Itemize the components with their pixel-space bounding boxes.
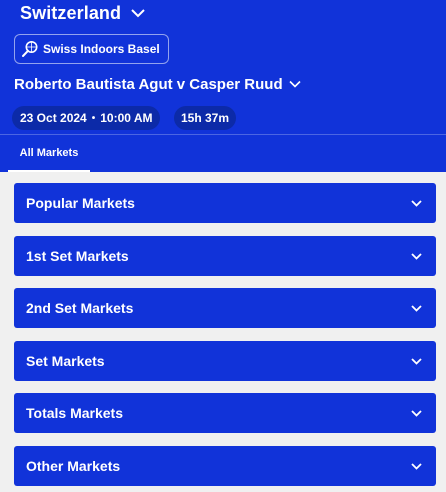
tournament-label: Swiss Indoors Basel [43,42,160,56]
chevron-down-icon [411,304,422,312]
country-label: Switzerland [20,2,122,23]
tab-all-markets[interactable]: All Markets [8,135,90,172]
event-date: 23 Oct 2024 [20,111,87,125]
separator-dot: • [91,112,96,124]
market-label: Totals Markets [26,405,123,421]
market-other[interactable]: Other Markets [14,446,436,486]
market-list: Popular Markets 1st Set Markets 2nd Set … [0,172,446,492]
market-label: Set Markets [26,353,105,369]
match-selector[interactable]: Roberto Bautista Agut v Casper Ruud [14,72,301,96]
market-set[interactable]: Set Markets [14,341,436,381]
tennis-racket-icon [22,41,38,57]
chevron-down-icon [411,409,422,417]
chevron-down-icon [289,80,301,88]
countdown-badge: 15h 37m [174,106,237,130]
event-header: Switzerland Swiss Indoors Basel Roberto … [0,0,446,172]
market-label: Other Markets [26,458,121,474]
tournament-button[interactable]: Swiss Indoors Basel [14,34,169,64]
market-totals[interactable]: Totals Markets [14,393,436,433]
chevron-down-icon [411,357,422,365]
country-selector[interactable]: Switzerland [20,0,145,26]
chevron-down-icon [411,462,422,470]
market-label: 1st Set Markets [26,248,129,264]
market-2nd-set[interactable]: 2nd Set Markets [14,288,436,328]
market-1st-set[interactable]: 1st Set Markets [14,236,436,276]
start-time-badge: 23 Oct 2024 • 10:00 AM [12,106,161,130]
match-title: Roberto Bautista Agut v Casper Ruud [14,75,283,93]
market-label: Popular Markets [26,195,135,211]
chevron-down-icon [411,252,422,260]
chevron-down-icon [411,199,422,207]
chevron-down-icon [131,9,145,18]
market-label: 2nd Set Markets [26,300,134,316]
event-time: 10:00 AM [100,111,153,125]
market-popular[interactable]: Popular Markets [14,183,436,223]
